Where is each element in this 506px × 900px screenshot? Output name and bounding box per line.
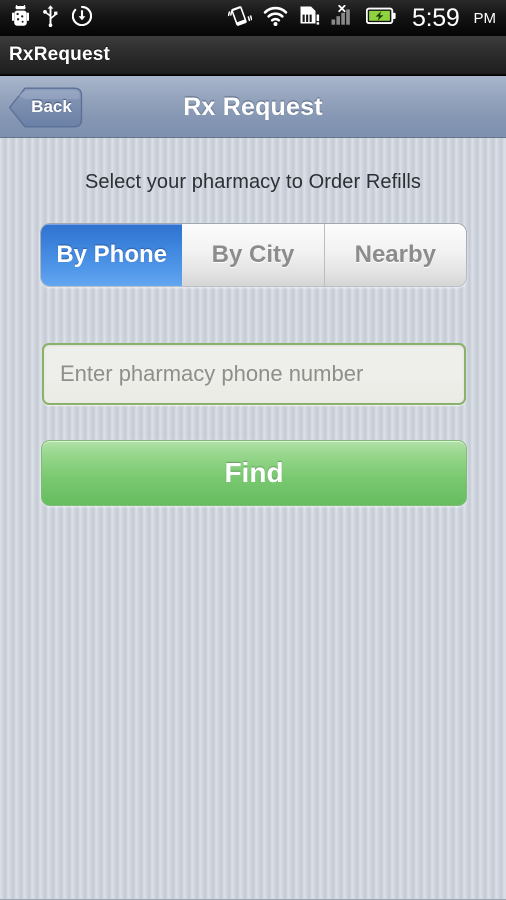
signal-no-service-icon — [331, 4, 355, 31]
phone-input-wrapper — [42, 343, 466, 405]
tab-by-city-label: By City — [211, 241, 295, 268]
android-status-bar: 5:59 PM — [0, 0, 506, 36]
status-bar-right-icons: 5:59 PM — [227, 3, 497, 32]
find-button[interactable]: Find — [41, 440, 467, 506]
sd-card-alert-icon — [299, 5, 320, 31]
tab-by-city[interactable]: By City — [182, 224, 324, 286]
page-content: Select your pharmacy to Order Refills By… — [0, 138, 506, 900]
search-mode-segmented-control: By Phone By City Nearby — [40, 223, 467, 287]
tab-nearby[interactable]: Nearby — [323, 224, 466, 286]
find-button-label: Find — [224, 457, 284, 488]
instruction-text: Select your pharmacy to Order Refills — [84, 171, 422, 193]
status-bar-left-icons — [12, 4, 93, 32]
download-icon — [71, 5, 93, 31]
pharmacy-phone-input[interactable] — [44, 361, 464, 387]
nav-bar: Back Rx Request — [0, 76, 506, 138]
tab-by-phone[interactable]: By Phone — [41, 224, 183, 286]
wifi-icon — [263, 6, 288, 31]
android-robot-icon — [12, 4, 29, 32]
app-screen: 5:59 PM RxRequest Back Rx Request Select… — [0, 0, 506, 900]
vibrate-icon — [227, 5, 253, 32]
usb-icon — [43, 4, 58, 32]
app-title-bar: RxRequest — [0, 36, 506, 75]
page-title: Rx Request — [183, 93, 323, 121]
app-title: RxRequest — [9, 44, 111, 65]
status-bar-clock: 5:59 — [412, 3, 460, 32]
tab-by-phone-label: By Phone — [56, 241, 167, 268]
tab-nearby-label: Nearby — [354, 241, 436, 268]
status-bar-ampm: PM — [473, 9, 497, 27]
battery-charging-icon — [365, 7, 396, 30]
